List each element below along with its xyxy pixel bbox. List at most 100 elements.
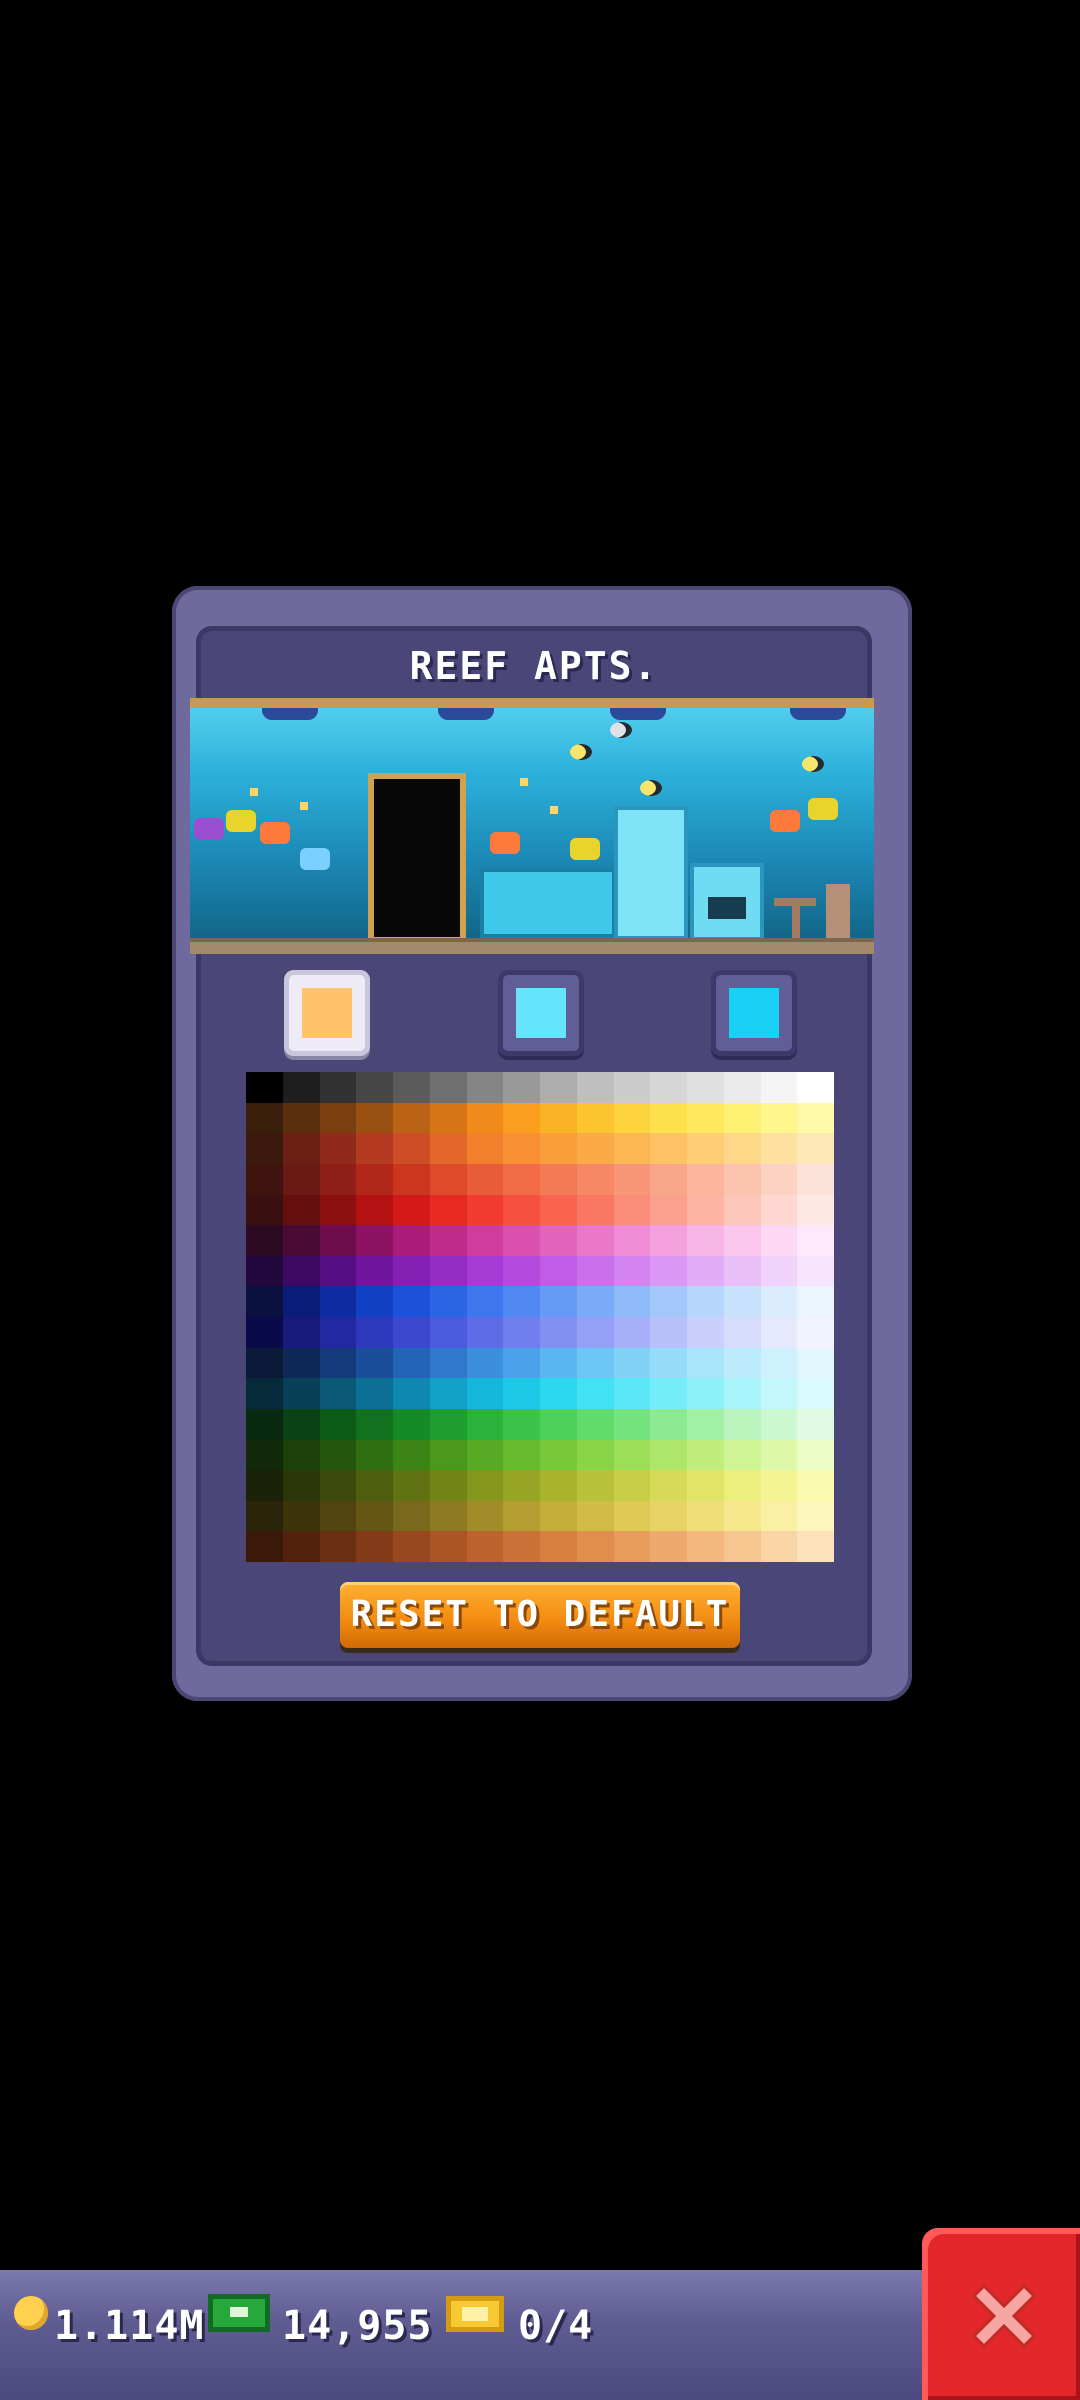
palette-swatch[interactable] — [429, 1347, 467, 1379]
palette-swatch[interactable] — [246, 1286, 283, 1317]
palette-swatch[interactable] — [687, 1194, 724, 1226]
palette-swatch[interactable] — [576, 1470, 614, 1501]
palette-swatch[interactable] — [723, 1163, 761, 1195]
palette-swatch[interactable] — [723, 1255, 761, 1287]
palette-swatch[interactable] — [503, 1378, 540, 1409]
palette-swatch[interactable] — [503, 1163, 540, 1195]
palette-swatch[interactable] — [466, 1133, 504, 1164]
palette-swatch[interactable] — [393, 1194, 430, 1226]
palette-swatch[interactable] — [282, 1470, 320, 1501]
palette-swatch[interactable] — [319, 1439, 357, 1471]
palette-swatch[interactable] — [246, 1225, 283, 1256]
palette-swatch[interactable] — [466, 1225, 504, 1256]
palette-swatch[interactable] — [282, 1225, 320, 1256]
palette-swatch[interactable] — [650, 1347, 687, 1379]
palette-swatch[interactable] — [503, 1439, 540, 1471]
palette-swatch[interactable] — [246, 1347, 283, 1379]
palette-swatch[interactable] — [393, 1378, 430, 1409]
palette-swatch[interactable] — [613, 1439, 651, 1471]
palette-swatch[interactable] — [540, 1347, 577, 1379]
palette-swatch[interactable] — [466, 1347, 504, 1379]
palette-swatch[interactable] — [282, 1194, 320, 1226]
palette-swatch[interactable] — [723, 1531, 761, 1562]
palette-swatch[interactable] — [466, 1317, 504, 1348]
palette-swatch[interactable] — [650, 1286, 687, 1317]
palette-swatch[interactable] — [540, 1378, 577, 1409]
palette-swatch[interactable] — [466, 1286, 504, 1317]
palette-swatch[interactable] — [576, 1133, 614, 1164]
palette-swatch[interactable] — [393, 1408, 430, 1440]
palette-swatch[interactable] — [429, 1225, 467, 1256]
palette-swatch[interactable] — [576, 1194, 614, 1226]
palette-swatch[interactable] — [393, 1470, 430, 1501]
palette-swatch[interactable] — [393, 1286, 430, 1317]
palette-swatch[interactable] — [687, 1102, 724, 1134]
palette-swatch[interactable] — [466, 1194, 504, 1226]
palette-swatch[interactable] — [393, 1225, 430, 1256]
palette-swatch[interactable] — [393, 1531, 430, 1562]
palette-swatch[interactable] — [282, 1439, 320, 1471]
palette-swatch[interactable] — [540, 1286, 577, 1317]
palette-swatch[interactable] — [246, 1408, 283, 1440]
palette-swatch[interactable] — [540, 1225, 577, 1256]
palette-swatch[interactable] — [429, 1255, 467, 1287]
palette-swatch[interactable] — [393, 1255, 430, 1287]
palette-swatch[interactable] — [723, 1133, 761, 1164]
palette-swatch[interactable] — [429, 1408, 467, 1440]
palette-swatch[interactable] — [503, 1347, 540, 1379]
palette-swatch[interactable] — [540, 1439, 577, 1471]
palette-swatch[interactable] — [650, 1102, 687, 1134]
palette-swatch[interactable] — [429, 1470, 467, 1501]
palette-swatch[interactable] — [429, 1500, 467, 1532]
palette-swatch[interactable] — [540, 1531, 577, 1562]
palette-swatch[interactable] — [246, 1102, 283, 1134]
palette-swatch[interactable] — [540, 1317, 577, 1348]
palette-swatch[interactable] — [760, 1194, 798, 1226]
palette-swatch[interactable] — [797, 1255, 834, 1287]
palette-swatch[interactable] — [576, 1439, 614, 1471]
palette-swatch[interactable] — [393, 1439, 430, 1471]
palette-swatch[interactable] — [356, 1133, 393, 1164]
palette-swatch[interactable] — [576, 1225, 614, 1256]
palette-swatch[interactable] — [429, 1317, 467, 1348]
palette-swatch[interactable] — [393, 1163, 430, 1195]
palette-swatch[interactable] — [540, 1133, 577, 1164]
palette-swatch[interactable] — [319, 1133, 357, 1164]
palette-swatch[interactable] — [576, 1347, 614, 1379]
palette-swatch[interactable] — [797, 1317, 834, 1348]
palette-swatch[interactable] — [723, 1072, 761, 1103]
palette-swatch[interactable] — [613, 1163, 651, 1195]
palette-swatch[interactable] — [429, 1072, 467, 1103]
palette-swatch[interactable] — [797, 1347, 834, 1379]
color-slot-1[interactable] — [284, 970, 370, 1056]
palette-swatch[interactable] — [282, 1133, 320, 1164]
palette-swatch[interactable] — [429, 1133, 467, 1164]
palette-swatch[interactable] — [650, 1470, 687, 1501]
palette-swatch[interactable] — [356, 1347, 393, 1379]
palette-swatch[interactable] — [466, 1163, 504, 1195]
palette-swatch[interactable] — [393, 1500, 430, 1532]
palette-swatch[interactable] — [797, 1378, 834, 1409]
palette-swatch[interactable] — [540, 1194, 577, 1226]
palette-swatch[interactable] — [540, 1500, 577, 1532]
palette-swatch[interactable] — [576, 1072, 614, 1103]
palette-swatch[interactable] — [429, 1531, 467, 1562]
palette-swatch[interactable] — [356, 1225, 393, 1256]
palette-swatch[interactable] — [687, 1286, 724, 1317]
palette-swatch[interactable] — [356, 1500, 393, 1532]
palette-swatch[interactable] — [797, 1072, 834, 1103]
palette-swatch[interactable] — [760, 1531, 798, 1562]
palette-swatch[interactable] — [613, 1500, 651, 1532]
palette-swatch[interactable] — [319, 1194, 357, 1226]
palette-swatch[interactable] — [540, 1470, 577, 1501]
palette-swatch[interactable] — [429, 1286, 467, 1317]
palette-swatch[interactable] — [760, 1133, 798, 1164]
palette-swatch[interactable] — [797, 1286, 834, 1317]
palette-swatch[interactable] — [687, 1439, 724, 1471]
palette-swatch[interactable] — [650, 1255, 687, 1287]
palette-swatch[interactable] — [760, 1378, 798, 1409]
palette-swatch[interactable] — [797, 1470, 834, 1501]
palette-swatch[interactable] — [797, 1500, 834, 1532]
palette-swatch[interactable] — [429, 1194, 467, 1226]
palette-swatch[interactable] — [650, 1163, 687, 1195]
